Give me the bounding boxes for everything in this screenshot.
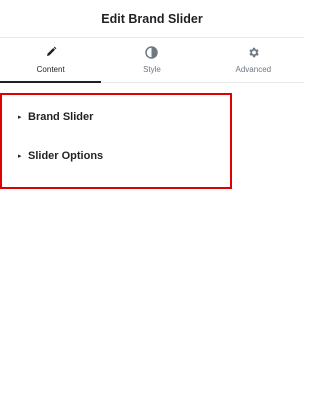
tab-advanced-label: Advanced [235, 65, 272, 74]
tab-content[interactable]: Content [0, 38, 102, 83]
section-brand-slider[interactable]: ▸ Brand Slider [2, 98, 230, 136]
tab-style[interactable]: Style [101, 38, 202, 82]
tab-content-label: Content [36, 65, 65, 74]
tab-advanced[interactable]: Advanced [203, 38, 304, 82]
section-brand-slider-label: Brand Slider [28, 111, 94, 123]
section-slider-options-label: Slider Options [28, 150, 104, 162]
panel-header: Edit Brand Slider [0, 0, 304, 38]
sections-highlight-box: ▸ Brand Slider ▸ Slider Options [0, 93, 232, 189]
pencil-icon [44, 45, 58, 59]
panel-title: Edit Brand Slider [101, 11, 203, 26]
panel-tabs: Content Style Advanced [0, 38, 304, 83]
caret-right-icon: ▸ [18, 153, 22, 160]
gear-icon [246, 45, 260, 59]
section-slider-options[interactable]: ▸ Slider Options [2, 137, 230, 175]
caret-right-icon: ▸ [18, 114, 22, 121]
tab-style-label: Style [143, 65, 161, 74]
contrast-icon [145, 45, 159, 59]
